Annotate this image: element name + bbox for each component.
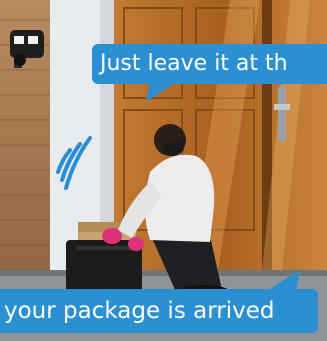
speech-bubble-top-text: Just leave it at th <box>100 51 288 76</box>
doorbell-scene: Just leave it at th your package is arri… <box>0 0 327 341</box>
speech-bubble-bottom-text: your package is arrived <box>4 298 275 324</box>
speech-bubble-top: Just leave it at th <box>92 44 327 84</box>
glove-right <box>128 237 144 251</box>
speech-bubble-bottom: your package is arrived <box>0 289 318 333</box>
door-handle <box>278 86 286 142</box>
glove-left <box>102 228 122 244</box>
